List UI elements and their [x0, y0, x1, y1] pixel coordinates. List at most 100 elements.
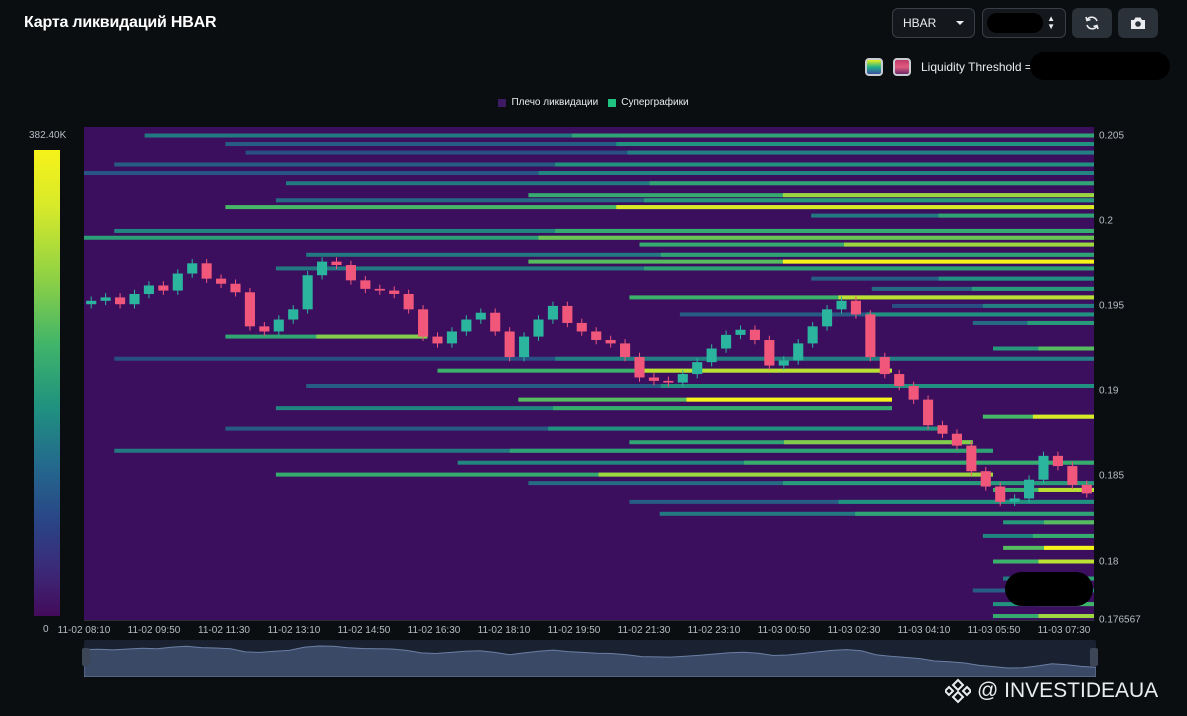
candle[interactable]: [230, 283, 241, 293]
liquidity-level-peak: [571, 133, 1094, 138]
candle[interactable]: [547, 305, 558, 320]
candle[interactable]: [216, 278, 227, 284]
candle[interactable]: [865, 314, 876, 358]
screenshot-button[interactable]: [1118, 8, 1158, 38]
candle[interactable]: [793, 343, 804, 361]
candle[interactable]: [187, 263, 198, 274]
chart-legend: Плечо ликвидации Суперграфики: [0, 97, 1187, 108]
legend-item-supercharts[interactable]: Суперграфики: [608, 97, 689, 108]
candle[interactable]: [446, 331, 457, 344]
candle[interactable]: [201, 263, 212, 279]
navigator-right-handle[interactable]: [1090, 648, 1098, 666]
candle[interactable]: [1009, 498, 1020, 502]
candle[interactable]: [908, 385, 919, 400]
x-tick-label: 11-02 16:30: [407, 625, 461, 636]
candle[interactable]: [980, 471, 991, 487]
candle[interactable]: [807, 326, 818, 344]
candle[interactable]: [894, 374, 905, 386]
candle[interactable]: [923, 399, 934, 426]
leverage-stepper[interactable]: ▲ ▼: [982, 8, 1066, 38]
x-axis-line: [84, 620, 1094, 621]
candle[interactable]: [951, 433, 962, 446]
candle[interactable]: [1038, 455, 1049, 480]
candle[interactable]: [360, 280, 371, 289]
y-tick-label: 0.19: [1099, 385, 1119, 397]
candle[interactable]: [475, 312, 486, 320]
candle[interactable]: [273, 319, 284, 332]
candle[interactable]: [302, 275, 313, 310]
symbol-select[interactable]: HBAR: [892, 8, 975, 38]
candle[interactable]: [778, 360, 789, 366]
candle[interactable]: [764, 339, 775, 366]
candle[interactable]: [490, 312, 501, 332]
candle[interactable]: [115, 297, 126, 305]
candle[interactable]: [345, 265, 356, 281]
candle[interactable]: [519, 336, 530, 358]
range-navigator[interactable]: [82, 640, 1098, 678]
candle[interactable]: [995, 486, 1006, 502]
legend-item-leverage[interactable]: Плечо ликвидации: [498, 97, 598, 108]
candle[interactable]: [317, 261, 328, 276]
alt-palette-swatch[interactable]: [893, 58, 911, 76]
candle[interactable]: [418, 309, 429, 337]
candle[interactable]: [966, 445, 977, 472]
candle[interactable]: [692, 362, 703, 375]
candle[interactable]: [620, 343, 631, 358]
candle[interactable]: [677, 374, 688, 383]
candle[interactable]: [1024, 479, 1035, 499]
candle[interactable]: [172, 273, 183, 291]
candle[interactable]: [634, 357, 645, 378]
candle[interactable]: [937, 425, 948, 434]
candle[interactable]: [576, 322, 587, 332]
candle[interactable]: [1067, 466, 1078, 485]
candle[interactable]: [86, 300, 97, 305]
chevron-down-icon: [956, 21, 964, 25]
candle[interactable]: [461, 319, 472, 332]
liquidity-level-peak: [644, 198, 1094, 203]
candle[interactable]: [403, 293, 414, 310]
candle[interactable]: [562, 305, 573, 323]
candle[interactable]: [749, 329, 760, 340]
x-tick-label: 11-02 08:10: [57, 625, 111, 636]
redacted-threshold-value[interactable]: [1030, 52, 1170, 80]
candle[interactable]: [879, 357, 890, 375]
candle[interactable]: [605, 339, 616, 344]
candle[interactable]: [244, 292, 255, 327]
liquidity-level-peak: [627, 150, 1094, 155]
candle[interactable]: [850, 300, 861, 315]
heatmap-palette-swatch[interactable]: [865, 58, 883, 76]
candle[interactable]: [288, 309, 299, 320]
liquidity-level-peak: [938, 276, 1094, 281]
stepper-arrows-icon[interactable]: ▲ ▼: [1047, 15, 1055, 31]
candle[interactable]: [721, 334, 732, 349]
candle[interactable]: [735, 329, 746, 335]
candle[interactable]: [100, 297, 111, 301]
candle[interactable]: [648, 377, 659, 381]
candle[interactable]: [389, 290, 400, 294]
y-tick-label: 0.195: [1099, 300, 1125, 312]
heatmap-plot[interactable]: [84, 127, 1094, 620]
candle[interactable]: [706, 348, 717, 363]
candle[interactable]: [374, 288, 385, 291]
candle[interactable]: [591, 331, 602, 340]
candle[interactable]: [504, 331, 515, 358]
candle[interactable]: [129, 293, 140, 305]
liquidity-level-peak: [783, 440, 973, 445]
candle[interactable]: [822, 309, 833, 327]
liquidity-level-peak: [538, 171, 1094, 176]
candle[interactable]: [158, 285, 169, 291]
refresh-icon: [1085, 16, 1099, 30]
refresh-button[interactable]: [1072, 8, 1112, 38]
liquidity-level-peak: [1044, 545, 1094, 550]
candle[interactable]: [663, 380, 674, 383]
liquidity-level-peak: [660, 252, 1094, 257]
navigator-left-handle[interactable]: [82, 648, 90, 666]
candle[interactable]: [432, 336, 443, 344]
candle[interactable]: [533, 319, 544, 337]
candle[interactable]: [836, 300, 847, 310]
candle[interactable]: [1081, 484, 1092, 494]
candle[interactable]: [143, 285, 154, 294]
candle[interactable]: [331, 261, 342, 266]
candle[interactable]: [259, 326, 270, 332]
candle[interactable]: [1052, 455, 1063, 467]
